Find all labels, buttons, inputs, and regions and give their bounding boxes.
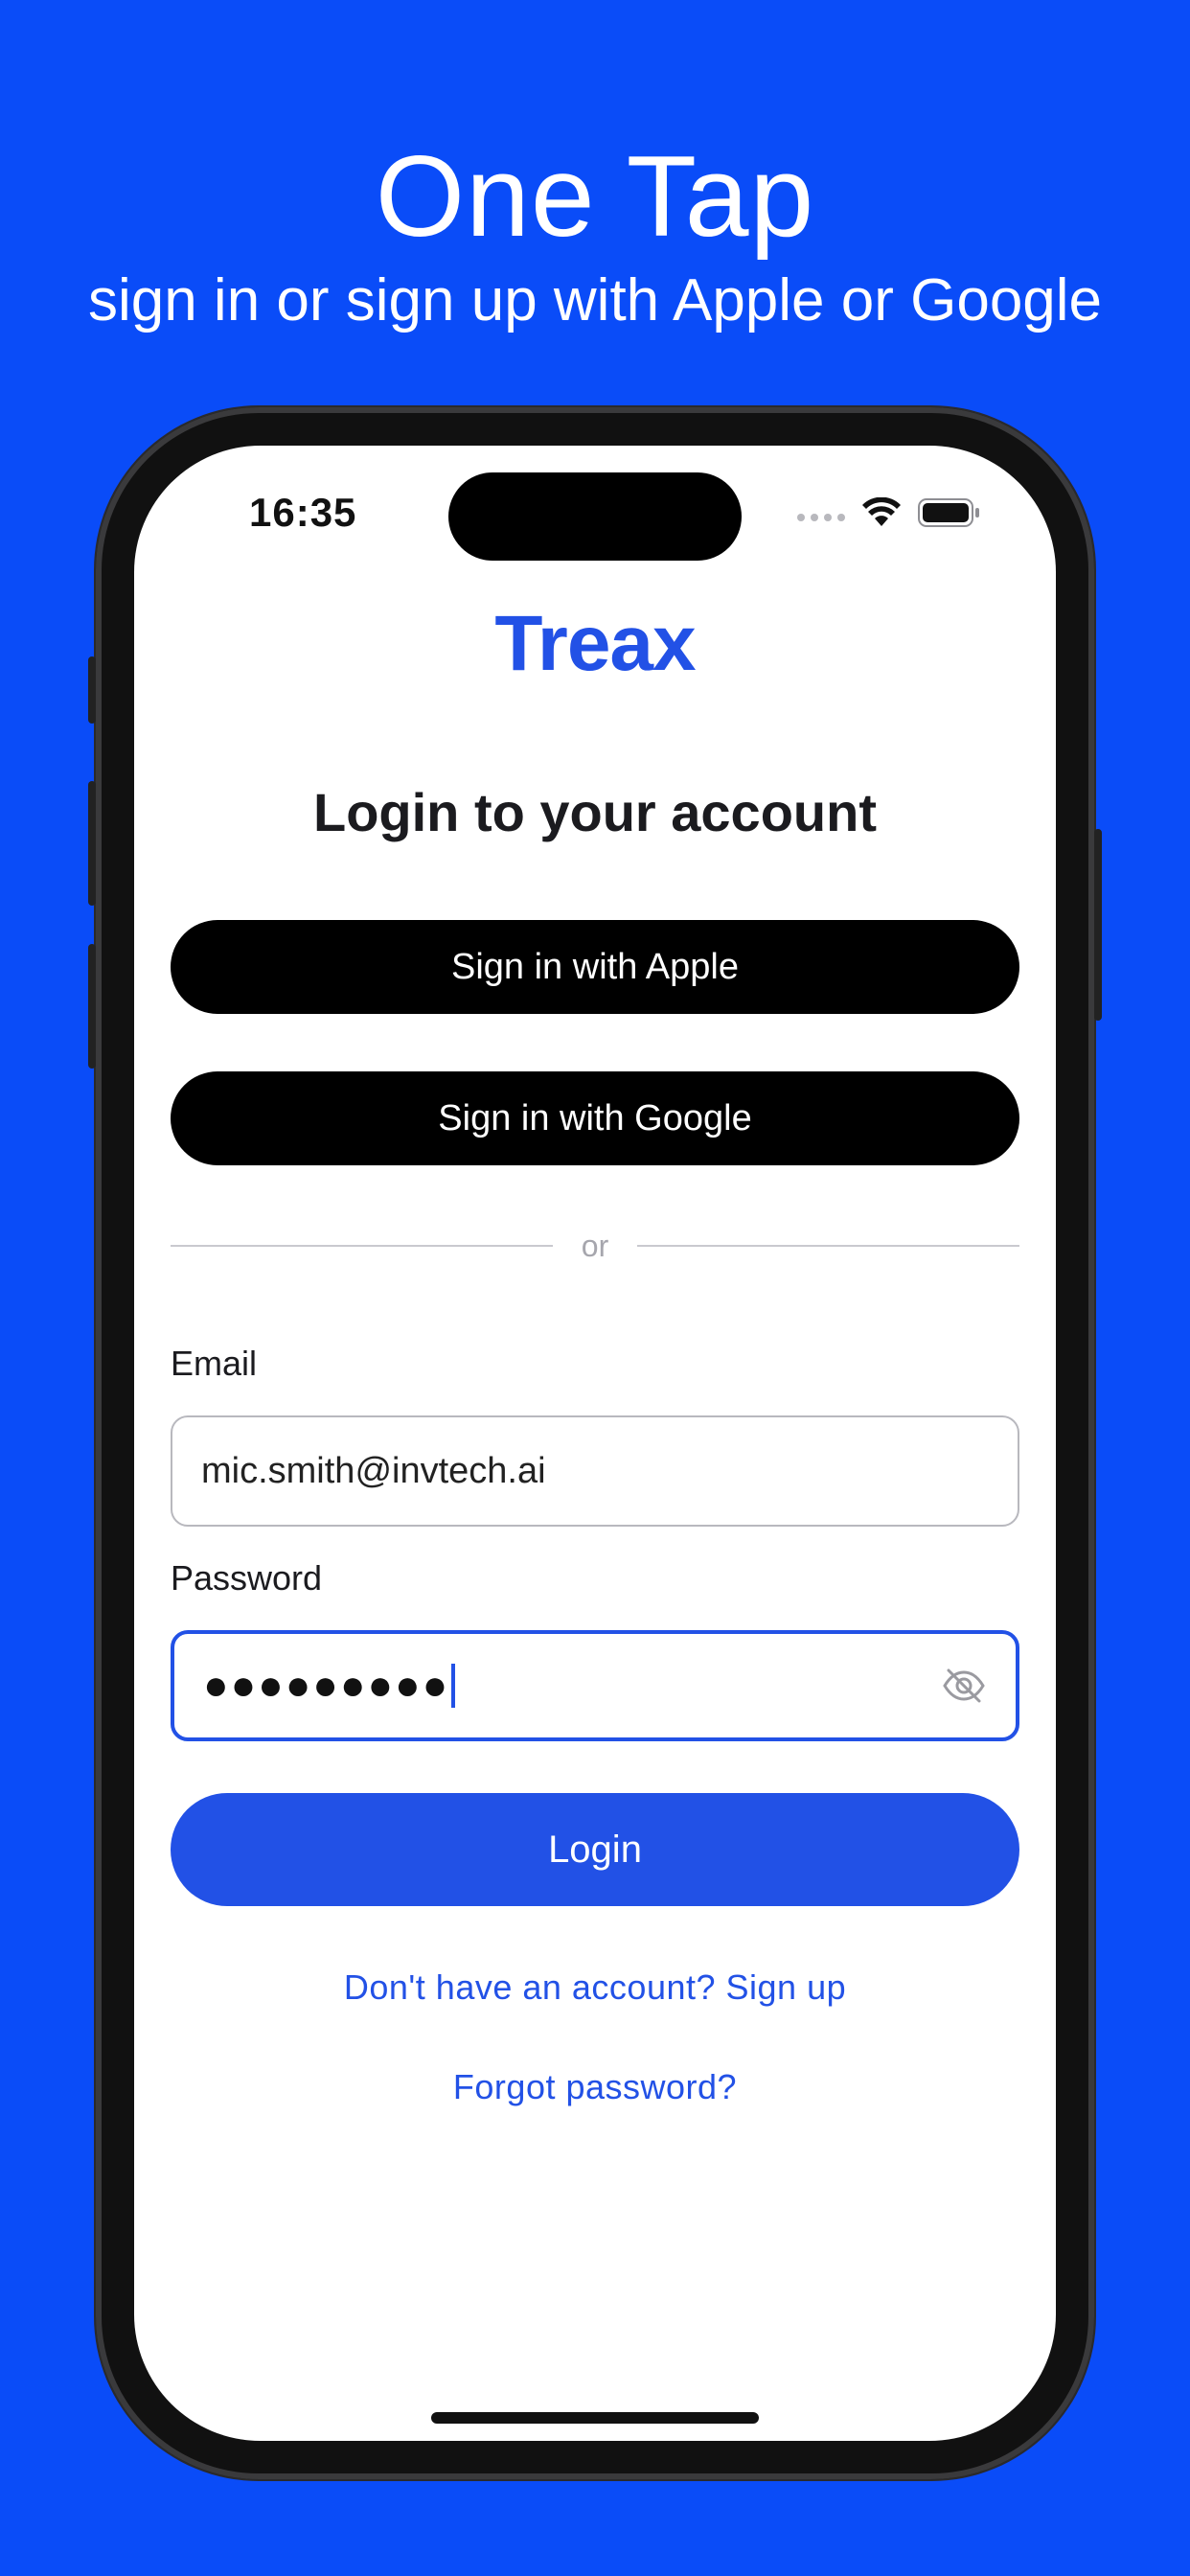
status-indicators [797, 494, 981, 532]
home-indicator[interactable] [431, 2412, 759, 2424]
page-title: Login to your account [313, 782, 877, 842]
marketing-title: One Tap [375, 132, 815, 261]
wifi-icon [862, 497, 901, 526]
divider-text: or [581, 1228, 609, 1263]
marketing-subtitle: sign in or sign up with Apple or Google [87, 267, 1103, 334]
phone-volume-up [88, 781, 96, 906]
password-label: Password [171, 1558, 323, 1598]
battery-icon [918, 498, 979, 527]
email-label: Email [171, 1344, 258, 1383]
forgot-password-link[interactable]: Forgot password? [134, 2067, 1056, 2107]
or-divider: or [171, 1227, 1020, 1265]
sign-in-google-button[interactable]: Sign in with Google [171, 1071, 1019, 1165]
status-time: 16:35 [249, 490, 357, 535]
phone-frame: 16:35 Treax Login to your account Sign i… [88, 407, 1102, 2479]
password-value[interactable]: ●●●●●●●●● [203, 1662, 941, 1710]
login-button[interactable]: Login [171, 1793, 1019, 1906]
password-field[interactable]: ●●●●●●●●● [171, 1630, 1019, 1741]
sign-in-apple-button[interactable]: Sign in with Apple [171, 920, 1019, 1014]
dynamic-island [448, 472, 742, 561]
signal-dots-icon [797, 514, 845, 521]
eye-slash-icon[interactable] [941, 1663, 987, 1709]
divider-line-right [637, 1245, 1020, 1247]
email-field[interactable] [201, 1450, 989, 1492]
phone-volume-down [88, 944, 96, 1069]
divider-line-left [171, 1245, 553, 1247]
password-masked-text: ●●●●●●●●● [203, 1662, 450, 1709]
text-caret [451, 1664, 456, 1708]
phone-power-button [1094, 829, 1102, 1021]
phone-screen: 16:35 Treax Login to your account Sign i… [134, 446, 1056, 2441]
app-logo-text: Treax [494, 600, 696, 687]
signup-link[interactable]: Don't have an account? Sign up [134, 1967, 1056, 2008]
phone-silent-switch [88, 656, 96, 724]
email-field-container[interactable] [171, 1415, 1019, 1527]
